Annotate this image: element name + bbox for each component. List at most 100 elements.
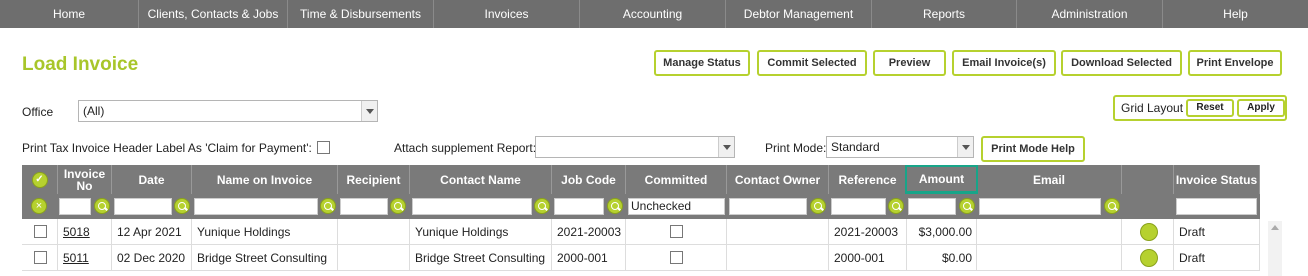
col-actions <box>1122 165 1174 194</box>
nav-home[interactable]: Home <box>0 0 139 28</box>
date-cell: 02 Dec 2020 <box>112 245 192 271</box>
invoice-no-link[interactable]: 5018 <box>63 225 90 239</box>
reference-cell: 2021-20003 <box>829 219 907 245</box>
search-icon[interactable] <box>1104 198 1120 214</box>
print-mode-select[interactable]: Standard <box>826 136 974 158</box>
action-cell <box>1122 219 1174 245</box>
email-cell <box>977 245 1122 271</box>
filter-recipient[interactable] <box>340 198 388 215</box>
nav-clients-contacts-jobs[interactable]: Clients, Contacts & Jobs <box>139 0 288 28</box>
invoice-no-link[interactable]: 5011 <box>63 251 89 265</box>
invoice-grid: ✓ Invoice No Date Name on Invoice Recipi… <box>22 165 1260 276</box>
nav-debtor-management[interactable]: Debtor Management <box>726 0 872 28</box>
search-icon[interactable] <box>810 198 826 214</box>
search-icon[interactable] <box>888 198 904 214</box>
supplement-report-select[interactable] <box>535 136 735 158</box>
search-icon[interactable] <box>607 198 623 214</box>
filter-email[interactable] <box>979 198 1101 215</box>
col-amount[interactable]: Amount <box>905 165 978 194</box>
filter-contact-name[interactable] <box>412 198 532 215</box>
grid-layout-label: Grid Layout <box>1121 101 1184 115</box>
row-checkbox[interactable] <box>34 251 47 264</box>
manage-status-button[interactable]: Manage Status <box>654 50 750 76</box>
col-email[interactable]: Email <box>977 165 1122 194</box>
table-row[interactable]: 5011 02 Dec 2020 Bridge Street Consultin… <box>22 245 1260 271</box>
committed-cell <box>626 219 727 245</box>
clear-filters-icon[interactable]: × <box>31 198 47 214</box>
claim-for-payment-checkbox[interactable] <box>317 141 330 154</box>
invoice-no-cell: 5011 <box>58 245 112 271</box>
filter-name-on-invoice[interactable] <box>194 198 318 215</box>
col-invoice-no[interactable]: Invoice No <box>58 165 112 194</box>
print-mode-value: Standard <box>831 140 880 154</box>
filter-reference[interactable] <box>831 198 886 215</box>
search-icon[interactable] <box>534 198 550 214</box>
print-mode-help-button[interactable]: Print Mode Help <box>981 136 1085 162</box>
chevron-down-icon <box>718 137 734 157</box>
grid-apply-button[interactable]: Apply <box>1237 99 1285 117</box>
committed-checkbox[interactable] <box>670 251 683 264</box>
commit-selected-button[interactable]: Commit Selected <box>757 50 867 76</box>
name-cell: Yunique Holdings <box>192 219 338 245</box>
table-row[interactable]: 5018 12 Apr 2021 Yunique Holdings Yuniqu… <box>22 219 1260 245</box>
col-date[interactable]: Date <box>112 165 192 194</box>
filter-amount[interactable] <box>908 198 956 215</box>
recipient-cell <box>338 219 410 245</box>
grid-reset-button[interactable]: Reset <box>1186 99 1234 117</box>
nav-administration[interactable]: Administration <box>1017 0 1163 28</box>
print-icon[interactable] <box>1140 223 1158 241</box>
name-cell: Bridge Street Consulting <box>192 245 338 271</box>
search-icon[interactable] <box>390 198 406 214</box>
filter-invoice-no[interactable] <box>59 198 91 215</box>
col-job-code[interactable]: Job Code <box>552 165 626 194</box>
search-icon[interactable] <box>959 198 975 214</box>
col-committed[interactable]: Committed <box>626 165 727 194</box>
recipient-cell <box>338 245 410 271</box>
email-invoices-button[interactable]: Email Invoice(s) <box>952 50 1056 76</box>
scroll-up-icon[interactable] <box>1271 225 1279 230</box>
filter-contact-owner[interactable] <box>729 198 807 215</box>
filter-job-code[interactable] <box>554 198 604 215</box>
search-icon[interactable] <box>94 198 110 214</box>
nav-reports[interactable]: Reports <box>872 0 1017 28</box>
grid-layout-panel: Grid Layout Reset Apply <box>1113 95 1287 121</box>
office-select[interactable]: (All) <box>78 100 378 122</box>
contact-name-cell: Yunique Holdings <box>410 219 552 245</box>
check-all-icon[interactable]: ✓ <box>31 171 48 188</box>
email-cell <box>977 219 1122 245</box>
committed-checkbox[interactable] <box>670 225 683 238</box>
office-label: Office <box>22 105 54 119</box>
col-name-on-invoice[interactable]: Name on Invoice <box>192 165 338 194</box>
nav-accounting[interactable]: Accounting <box>580 0 726 28</box>
col-contact-owner[interactable]: Contact Owner <box>727 165 829 194</box>
nav-invoices[interactable]: Invoices <box>434 0 580 28</box>
grid-header-row: ✓ Invoice No Date Name on Invoice Recipi… <box>22 165 1260 194</box>
search-icon[interactable] <box>174 198 190 214</box>
filter-invoice-status[interactable] <box>1176 198 1257 215</box>
nav-time-disbursements[interactable]: Time & Disbursements <box>288 0 434 28</box>
col-reference[interactable]: Reference <box>829 165 907 194</box>
select-all-header[interactable]: ✓ <box>22 165 58 194</box>
top-nav: Home Clients, Contacts & Jobs Time & Dis… <box>0 0 1308 28</box>
page-title: Load Invoice <box>22 54 139 75</box>
print-mode-label: Print Mode: <box>765 141 827 155</box>
col-invoice-status[interactable]: Invoice Status <box>1174 165 1260 194</box>
job-code-cell: 2000-001 <box>552 245 626 271</box>
filter-date[interactable] <box>114 198 172 215</box>
preview-button[interactable]: Preview <box>873 50 946 76</box>
amount-cell: $0.00 <box>907 245 977 271</box>
row-checkbox[interactable] <box>34 225 47 238</box>
col-recipient[interactable]: Recipient <box>338 165 410 194</box>
search-icon[interactable] <box>320 198 336 214</box>
col-contact-name[interactable]: Contact Name <box>410 165 552 194</box>
supplement-report-label: Attach supplement Report: <box>394 141 537 155</box>
date-cell: 12 Apr 2021 <box>112 219 192 245</box>
print-icon[interactable] <box>1140 249 1158 267</box>
reference-cell: 2000-001 <box>829 245 907 271</box>
download-selected-button[interactable]: Download Selected <box>1061 50 1182 76</box>
print-envelope-button[interactable]: Print Envelope <box>1188 50 1282 76</box>
filter-committed[interactable]: Unchecked <box>628 198 725 215</box>
nav-help[interactable]: Help <box>1163 0 1308 28</box>
action-cell <box>1122 245 1174 271</box>
grid-scrollbar[interactable] <box>1268 221 1282 276</box>
